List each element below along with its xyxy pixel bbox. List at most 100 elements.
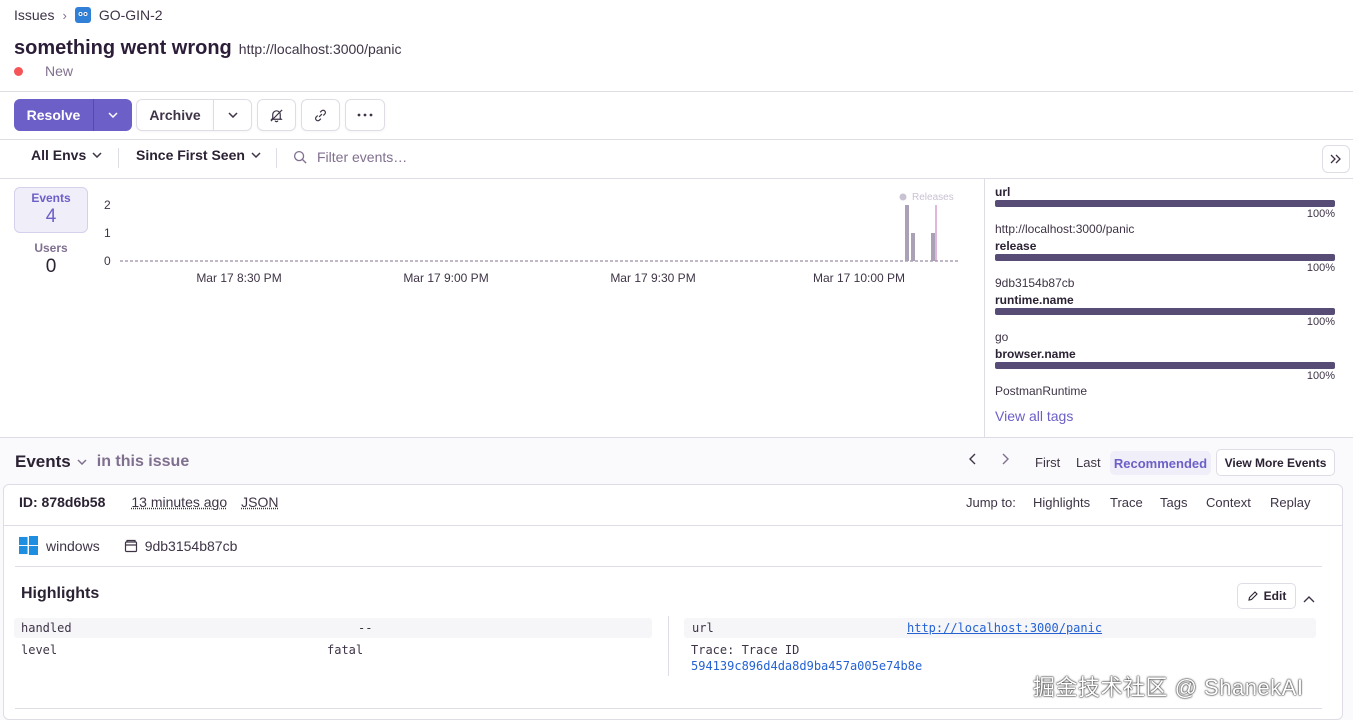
- breadcrumb-project[interactable]: GO-GIN-2: [99, 7, 163, 23]
- archive-dropdown-button[interactable]: [213, 99, 252, 131]
- more-actions-button[interactable]: [345, 99, 385, 131]
- collapse-sidebar-button[interactable]: [1322, 145, 1350, 173]
- releases-legend-icon: [899, 193, 907, 201]
- jump-context-link[interactable]: Context: [1206, 495, 1251, 510]
- chevron-right-icon: ›: [62, 7, 67, 23]
- environment-filter[interactable]: All Envs: [31, 147, 102, 163]
- releases-legend-label: Releases: [912, 192, 954, 203]
- prev-event-button[interactable]: [969, 453, 977, 468]
- copy-link-button[interactable]: [301, 99, 340, 131]
- tag-percent: 100%: [1306, 262, 1335, 274]
- tag-row-release[interactable]: release 100% 9db3154b87cb: [995, 239, 1335, 290]
- bell-off-icon: [270, 108, 283, 122]
- trace-id-link[interactable]: 594139c896d4da8d9ba457a005e74b8e: [691, 659, 922, 673]
- time-range-label: Since First Seen: [136, 147, 245, 163]
- tag-percent: 100%: [1306, 370, 1335, 382]
- divider: [15, 708, 1322, 709]
- resolve-button[interactable]: Resolve: [14, 99, 93, 131]
- x-tick-label: Mar 17 9:00 PM: [403, 271, 488, 285]
- jump-replay-link[interactable]: Replay: [1270, 495, 1310, 510]
- events-count-stat[interactable]: Events 4: [14, 187, 88, 233]
- last-event-button[interactable]: Last: [1076, 455, 1101, 470]
- events-header: Events in this issue: [15, 452, 189, 472]
- archive-button[interactable]: Archive: [136, 99, 214, 131]
- chevron-down-icon: [77, 459, 87, 465]
- search-icon: [293, 150, 307, 164]
- chevron-left-icon: [969, 453, 976, 465]
- tag-row-browser-name[interactable]: browser.name 100% PostmanRuntime: [995, 347, 1335, 398]
- search-input[interactable]: Filter events…: [317, 149, 407, 165]
- issue-title: something went wrong: [14, 37, 232, 59]
- next-event-button[interactable]: [1001, 453, 1009, 468]
- event-time[interactable]: 13 minutes ago: [131, 494, 227, 510]
- chevron-down-icon: [108, 112, 118, 118]
- highlight-key-url: url: [692, 621, 714, 635]
- chevron-up-icon: [1303, 596, 1315, 603]
- divider: [984, 179, 985, 437]
- tag-top-value: go: [995, 330, 1009, 344]
- highlight-key-level: level: [21, 643, 58, 657]
- tag-key: browser.name: [995, 347, 1076, 361]
- event-json-link[interactable]: JSON: [241, 494, 278, 510]
- events-subtitle: in this issue: [96, 453, 190, 470]
- chevron-right-icon: [1002, 453, 1009, 465]
- environment-filter-label: All Envs: [31, 147, 87, 163]
- event-id-row: ID: 878d6b58 13 minutes ago JSON: [19, 494, 292, 510]
- collapse-highlights-button[interactable]: [1303, 590, 1315, 608]
- recommended-event-button[interactable]: Recommended: [1110, 451, 1211, 475]
- highlight-value-handled: --: [358, 621, 373, 635]
- jump-highlights-link[interactable]: Highlights: [1033, 495, 1090, 510]
- view-more-events-button[interactable]: View More Events: [1216, 449, 1335, 476]
- tag-key: url: [995, 185, 1011, 199]
- x-tick-label: Mar 17 8:30 PM: [196, 271, 281, 285]
- project-icon: [74, 7, 91, 23]
- os-name: windows: [46, 537, 100, 554]
- events-count-label: Events: [31, 191, 71, 205]
- users-count-stat[interactable]: Users 0: [14, 238, 88, 278]
- divider: [668, 616, 669, 676]
- release-name[interactable]: 9db3154b87cb: [145, 538, 238, 554]
- chevron-down-icon: [227, 112, 238, 118]
- resolve-button-group: Resolve: [14, 99, 132, 131]
- event-bar: [931, 233, 935, 261]
- tag-row-url[interactable]: url 100% http://localhost:3000/panic: [995, 185, 1335, 236]
- pencil-icon: [1247, 591, 1258, 601]
- events-dropdown[interactable]: Events: [15, 452, 87, 472]
- tag-distribution-list: url 100% http://localhost:3000/panic releas…: [995, 185, 1335, 401]
- breadcrumb-issues-link[interactable]: Issues: [14, 7, 54, 23]
- link-icon: [315, 109, 326, 121]
- jump-tags-link[interactable]: Tags: [1160, 495, 1187, 510]
- highlights-title: Highlights: [21, 585, 100, 602]
- mute-button[interactable]: [257, 99, 296, 131]
- highlight-value-url[interactable]: http://localhost:3000/panic: [907, 621, 1102, 635]
- tag-top-value: http://localhost:3000/panic: [995, 222, 1135, 236]
- view-all-tags-link[interactable]: View all tags: [995, 408, 1073, 424]
- users-count-value: 0: [45, 256, 57, 277]
- release-box-icon: [124, 539, 137, 552]
- tag-percent: 100%: [1306, 208, 1335, 220]
- tag-key: release: [995, 239, 1037, 253]
- ellipsis-icon: [357, 113, 373, 117]
- status-badge: New: [14, 63, 73, 79]
- divider: [0, 91, 1353, 92]
- chevron-down-icon: [92, 152, 102, 158]
- windows-icon: [19, 536, 38, 555]
- y-tick-label: 0: [104, 254, 111, 268]
- issue-url: http://localhost:3000/panic: [238, 41, 402, 57]
- event-bar: [911, 233, 915, 261]
- events-chart: 0 1 2 Mar 17 8:30 PM Mar 17 9:00 PM Mar 17 9:…: [104, 192, 958, 285]
- divider: [4, 525, 1342, 526]
- chevron-double-right-icon: [1330, 154, 1341, 164]
- edit-highlights-button[interactable]: Edit: [1237, 583, 1296, 609]
- resolve-dropdown-button[interactable]: [93, 99, 132, 131]
- status-label: New: [45, 63, 74, 79]
- status-dot-icon: [14, 66, 23, 76]
- tag-bar: [995, 308, 1335, 315]
- event-id: ID: 878d6b58: [19, 494, 106, 510]
- highlight-value-level: fatal: [327, 643, 364, 657]
- filter-events-search[interactable]: Filter events…: [293, 149, 407, 165]
- time-range-filter[interactable]: Since First Seen: [136, 147, 261, 163]
- tag-row-runtime-name[interactable]: runtime.name 100% go: [995, 293, 1335, 344]
- first-event-button[interactable]: First: [1035, 455, 1060, 470]
- jump-trace-link[interactable]: Trace: [1110, 495, 1143, 510]
